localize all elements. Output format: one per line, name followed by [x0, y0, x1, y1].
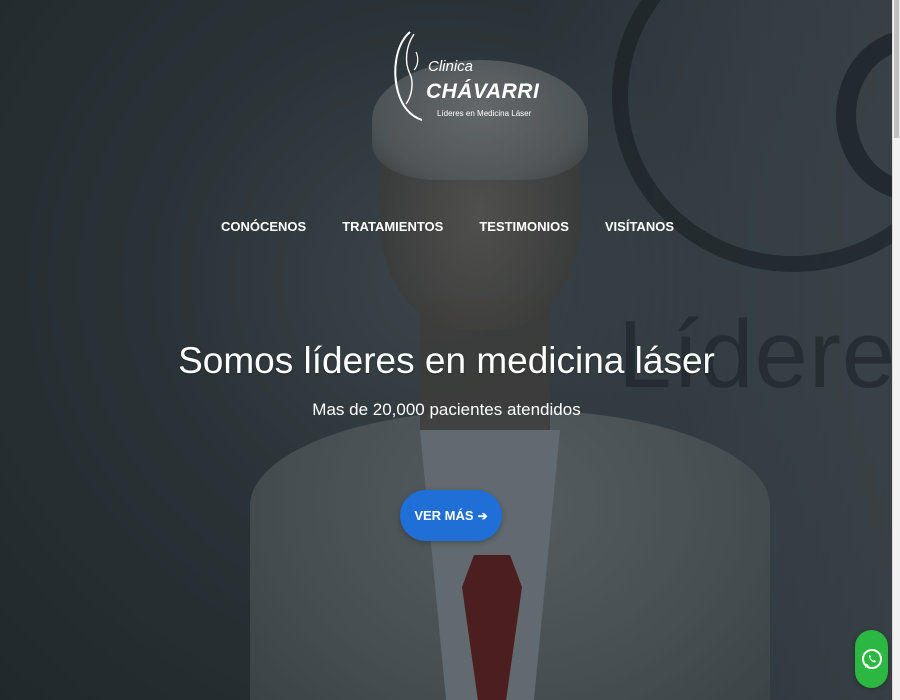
whatsapp-icon	[861, 649, 882, 669]
scrollbar[interactable]	[892, 0, 900, 700]
hero-subheadline: Mas de 20,000 pacientes atendidos	[312, 400, 581, 419]
hero-headline: Somos líderes en medicina láser	[178, 340, 715, 381]
hero-section: Líderes en Clinica CHÁVARRI Líderes en M…	[0, 0, 893, 700]
logo-tagline: Líderes en Medicina Láser	[437, 109, 532, 118]
whatsapp-button[interactable]	[855, 630, 888, 688]
ver-mas-label: VER MÁS	[414, 508, 474, 523]
scrollbar-thumb[interactable]	[894, 0, 899, 138]
arrow-right-icon: ➔	[477, 508, 488, 523]
logo-text-chavarri: CHÁVARRI	[426, 80, 540, 103]
logo-text-clinica: Clinica	[428, 58, 474, 75]
site-logo[interactable]: Clinica CHÁVARRI Líderes en Medicina Lás…	[388, 30, 539, 124]
nav-item-tratamientos[interactable]: TRATAMIENTOS	[340, 219, 443, 234]
main-nav: CONÓCENOS TRATAMIENTOS TESTIMONIOS VISÍT…	[0, 219, 893, 234]
nav-item-conocenos[interactable]: CONÓCENOS	[219, 219, 306, 234]
nav-item-visitanos[interactable]: VISÍTANOS	[603, 219, 674, 234]
nav-item-testimonios[interactable]: TESTIMONIOS	[477, 219, 569, 234]
ver-mas-button[interactable]: VER MÁS ➔	[400, 490, 502, 541]
